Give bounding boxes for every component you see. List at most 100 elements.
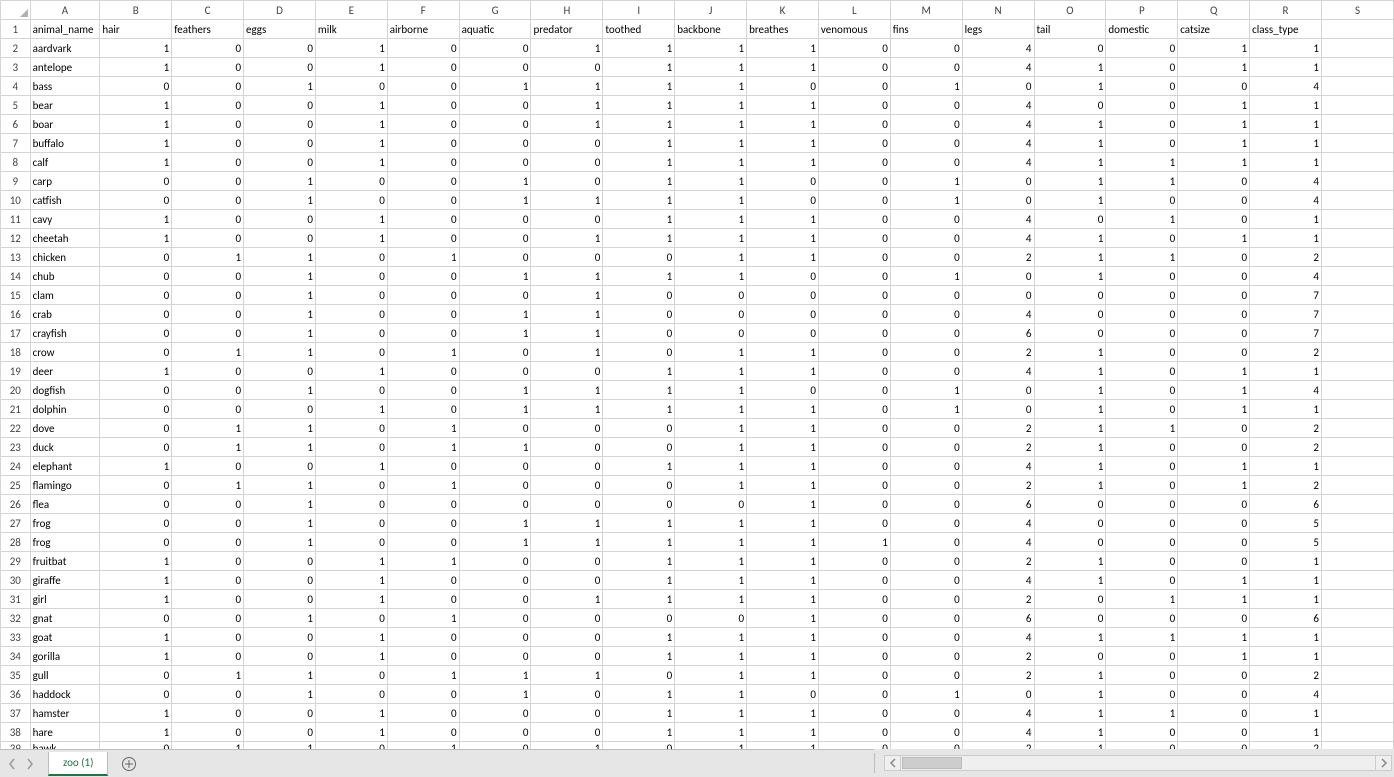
data-cell[interactable]: 1 [603,457,675,476]
column-header[interactable]: R [1250,1,1322,20]
data-cell[interactable]: 0 [387,704,459,723]
data-cell[interactable]: 1 [244,267,316,286]
data-cell[interactable]: 6 [962,324,1034,343]
data-cell[interactable]: 1 [315,457,387,476]
data-cell[interactable]: 0 [172,552,244,571]
data-cell[interactable]: 1 [172,343,244,362]
column-header[interactable]: L [818,1,890,20]
data-cell[interactable]: 0 [1178,305,1250,324]
data-cell[interactable]: 0 [315,286,387,305]
data-cell[interactable]: 0 [1178,685,1250,704]
column-header[interactable]: E [315,1,387,20]
row-header[interactable]: 21 [1,400,31,419]
data-cell[interactable]: 1 [315,628,387,647]
field-header-cell[interactable]: milk [315,20,387,39]
data-cell[interactable]: 1 [890,685,962,704]
data-cell[interactable]: 0 [890,134,962,153]
data-cell[interactable]: 0 [531,704,603,723]
data-cell[interactable]: 1 [747,552,819,571]
data-cell[interactable]: 0 [459,571,531,590]
data-cell[interactable]: 2 [962,647,1034,666]
data-cell[interactable]: 1 [675,742,747,750]
data-cell[interactable]: 0 [172,362,244,381]
data-cell[interactable]: 0 [818,552,890,571]
data-cell[interactable]: 1 [459,514,531,533]
data-cell[interactable]: 0 [387,381,459,400]
data-cell[interactable]: 0 [244,400,316,419]
data-cell[interactable]: 1 [747,419,819,438]
data-cell[interactable]: 0 [387,400,459,419]
data-cell[interactable]: 0 [172,457,244,476]
data-cell[interactable]: 2 [1250,476,1322,495]
data-cell[interactable]: 0 [747,685,819,704]
data-cell[interactable] [1321,495,1393,514]
data-cell[interactable]: 0 [1178,495,1250,514]
data-cell[interactable]: 1 [100,96,172,115]
data-cell[interactable]: 1 [675,723,747,742]
data-cell[interactable]: 0 [387,723,459,742]
data-cell[interactable]: 1 [1178,362,1250,381]
data-cell[interactable]: 0 [1178,742,1250,750]
data-cell[interactable]: 1 [1178,457,1250,476]
data-cell[interactable]: 0 [172,305,244,324]
row-header[interactable]: 35 [1,666,31,685]
data-cell[interactable]: 0 [244,571,316,590]
data-cell[interactable]: 0 [1106,552,1178,571]
data-cell[interactable]: 0 [818,343,890,362]
data-cell[interactable]: 0 [172,590,244,609]
data-cell[interactable]: 1 [100,58,172,77]
scroll-thumb[interactable] [902,757,962,769]
data-cell[interactable]: 0 [1034,495,1106,514]
data-cell[interactable]: 1 [531,742,603,750]
row-header[interactable]: 39 [1,742,31,750]
data-cell[interactable]: 0 [603,305,675,324]
data-cell[interactable]: 5 [1250,514,1322,533]
data-cell[interactable]: 1 [890,77,962,96]
scroll-left-icon[interactable] [885,756,901,770]
data-cell[interactable]: 1 [675,39,747,58]
data-cell[interactable]: 0 [962,286,1034,305]
data-cell[interactable]: 1 [747,457,819,476]
data-cell[interactable]: 0 [1106,229,1178,248]
data-cell[interactable]: 1 [459,381,531,400]
data-cell[interactable]: 0 [387,96,459,115]
data-cell[interactable]: 0 [172,267,244,286]
data-cell[interactable]: 1 [1034,666,1106,685]
data-cell[interactable]: 1 [675,438,747,457]
data-cell[interactable] [1321,685,1393,704]
data-cell[interactable]: 0 [172,286,244,305]
data-cell[interactable]: 4 [1250,172,1322,191]
data-cell[interactable]: 1 [1034,419,1106,438]
data-cell[interactable]: 0 [818,229,890,248]
data-cell[interactable]: 1 [1034,685,1106,704]
data-cell[interactable]: 1 [675,476,747,495]
data-cell[interactable]: 0 [890,248,962,267]
data-cell[interactable]: 0 [244,58,316,77]
data-cell[interactable]: 0 [315,172,387,191]
data-cell[interactable]: 0 [387,457,459,476]
data-cell[interactable]: 0 [459,248,531,267]
data-cell[interactable]: 0 [315,343,387,362]
data-cell[interactable] [1321,552,1393,571]
data-cell[interactable]: 0 [244,628,316,647]
data-cell[interactable]: 1 [100,153,172,172]
row-header[interactable]: 7 [1,134,31,153]
row-header[interactable]: 2 [1,39,31,58]
data-cell[interactable]: 1 [747,647,819,666]
data-cell[interactable]: 2 [962,419,1034,438]
data-cell[interactable]: 0 [675,305,747,324]
data-cell[interactable]: 0 [962,267,1034,286]
data-cell[interactable]: 1 [747,115,819,134]
data-cell[interactable]: 1 [1034,723,1106,742]
data-cell[interactable]: 0 [962,685,1034,704]
data-cell[interactable]: 7 [1250,305,1322,324]
row-header[interactable]: 27 [1,514,31,533]
data-cell[interactable]: 0 [1178,267,1250,286]
data-cell[interactable]: 0 [890,457,962,476]
data-cell[interactable]: 1 [387,666,459,685]
data-cell[interactable]: 1 [531,305,603,324]
data-cell[interactable]: 0 [962,381,1034,400]
data-cell[interactable]: gnat [30,609,100,628]
data-cell[interactable]: 0 [100,400,172,419]
column-header[interactable]: P [1106,1,1178,20]
